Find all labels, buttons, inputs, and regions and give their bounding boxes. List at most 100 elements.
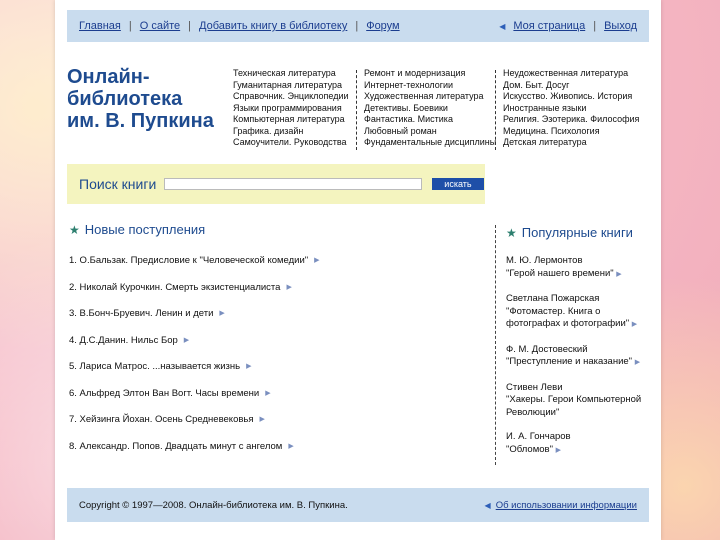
column-divider	[356, 70, 357, 150]
arrow-right-icon: ▶	[555, 446, 561, 454]
search-button[interactable]: искать	[432, 178, 484, 190]
category-link[interactable]: Художественная литература	[364, 91, 496, 103]
list-item: 2. Николай Курочкин. Смерть экзистенциал…	[69, 282, 320, 309]
search-bar: Поиск книги искать	[67, 164, 485, 204]
arrow-right-icon: ▶	[634, 359, 641, 366]
arrow-right-icon: ▶	[183, 336, 190, 344]
category-link[interactable]: Компьютерная литература	[233, 114, 349, 126]
arrow-right-icon: ▶	[219, 310, 225, 317]
category-link[interactable]: Графика. дизайн	[233, 126, 349, 138]
nav-forum-link[interactable]: Форум	[366, 20, 399, 32]
category-link[interactable]: Самоучители. Руководства	[233, 137, 349, 149]
book-author: Ф. М. Достовеский	[506, 343, 588, 355]
copyright-text: Copyright © 1997—2008. Онлайн-библиотека…	[79, 499, 348, 511]
book-title: "Фотомастер. Книга о фотографах и фотогр…	[506, 305, 630, 330]
popular-heading: ★ Популярные книги	[506, 225, 633, 240]
book-title: "Герой нашего времени"	[506, 267, 614, 279]
list-item[interactable]: Стивен Леви "Хакеры. Герои Компьютерной …	[506, 382, 656, 420]
book-link[interactable]: 8. Александр. Попов. Двадцать минут с ан…	[69, 441, 282, 452]
logout-link[interactable]: Выход	[604, 20, 637, 32]
arrow-right-icon: ▶	[314, 257, 320, 264]
category-column-1: Техническая литература Гуманитарная лите…	[233, 68, 349, 149]
nav-separator: |	[188, 20, 192, 32]
category-link[interactable]: Интернет-технологии	[364, 80, 496, 92]
user-nav: ◀ Моя страница | Выход	[499, 20, 637, 32]
list-item[interactable]: Ф. М. Достовеский "Преступление и наказа…	[506, 344, 656, 370]
new-arrivals-heading: ★ Новые поступления	[69, 222, 205, 237]
arrow-left-icon: ◀	[484, 500, 491, 510]
arrow-left-icon: ◀	[499, 21, 506, 31]
category-link[interactable]: Дом. Быт. Досуг	[503, 80, 639, 92]
book-title: "Преступление и наказание"	[506, 356, 633, 367]
star-icon: ★	[506, 225, 517, 240]
search-label: Поиск книги	[79, 176, 157, 192]
category-link[interactable]: Фундаментальные дисциплины	[364, 137, 496, 149]
book-author: Светлана Пожарская	[506, 293, 600, 304]
category-link[interactable]: Гуманитарная литература	[233, 80, 349, 92]
column-divider	[495, 70, 496, 150]
category-link[interactable]: Техническая литература	[233, 68, 349, 80]
arrow-right-icon: ▶	[246, 363, 252, 370]
book-link[interactable]: 6. Альфред Элтон Ван Вогт. Часы времени	[69, 388, 259, 399]
book-link[interactable]: 3. В.Бонч-Бруевич. Ленин и дети	[69, 308, 213, 319]
category-link[interactable]: Иностранные языки	[503, 103, 639, 115]
category-link[interactable]: Религия. Эзотерика. Философия	[503, 114, 639, 126]
category-link[interactable]: Справочник. Энциклопедии	[233, 91, 349, 103]
footer: Copyright © 1997—2008. Онлайн-библиотека…	[67, 488, 649, 522]
category-link[interactable]: Детская литература	[503, 137, 639, 149]
category-link[interactable]: Фантастика. Мистика	[364, 114, 496, 126]
category-column-3: Неудожественная литература Дом. Быт. Дос…	[495, 68, 639, 150]
category-link[interactable]: Детективы. Боевики	[364, 103, 496, 115]
book-author: И. А. Гончаров	[506, 431, 571, 442]
book-author: Стивен Леви	[506, 381, 563, 393]
book-link[interactable]: 2. Николай Курочкин. Смерть экзистенциал…	[69, 282, 280, 293]
column-divider	[495, 225, 496, 465]
category-link[interactable]: Медицина. Психология	[503, 126, 639, 138]
category-link[interactable]: Любовный роман	[364, 126, 496, 138]
list-item: 6. Альфред Элтон Ван Вогт. Часы времени ▶	[69, 388, 320, 415]
book-title: "Хакеры. Герои Компьютерной Революции"	[506, 394, 642, 418]
book-link[interactable]: 5. Лариса Матрос. ...называется жизнь	[69, 361, 240, 372]
page: Главная | О сайте | Добавить книгу в биб…	[55, 0, 661, 540]
arrow-right-icon: ▶	[265, 389, 271, 397]
list-item: 5. Лариса Матрос. ...называется жизнь ▶	[69, 361, 320, 388]
nav-about-link[interactable]: О сайте	[140, 20, 180, 32]
star-icon: ★	[69, 222, 80, 237]
new-arrivals-list: 1. О.Бальзак. Предисловие к "Человеческо…	[69, 255, 320, 467]
new-arrivals-title: Новые поступления	[84, 222, 206, 237]
list-item: 7. Хейзинга Йохан. Осень Средневековья ▶	[69, 414, 320, 441]
list-item[interactable]: М. Ю. Лермонтов "Герой нашего времени" ▶	[506, 255, 656, 281]
nav-home-link[interactable]: Главная	[79, 20, 121, 32]
book-link[interactable]: 4. Д.С.Данин. Нильс Бор	[69, 335, 178, 346]
book-author: М. Ю. Лермонтов	[506, 255, 583, 266]
category-link[interactable]: Неудожественная литература	[503, 68, 639, 80]
arrow-right-icon: ▶	[631, 321, 638, 328]
category-link[interactable]: Языки программирования	[233, 103, 349, 115]
book-link[interactable]: 1. О.Бальзак. Предисловие к "Человеческо…	[69, 255, 308, 266]
nav-separator: |	[128, 20, 132, 32]
arrow-right-icon: ▶	[288, 442, 294, 450]
footer-links: ◀ Об использовании информации	[485, 500, 637, 511]
list-item: 3. В.Бонч-Бруевич. Ленин и дети ▶	[69, 308, 320, 335]
search-input[interactable]	[164, 178, 423, 190]
site-logo[interactable]: Онлайн-библиотека им. В. Пупкина	[67, 66, 237, 132]
list-item[interactable]: Светлана Пожарская "Фотомастер. Книга о …	[506, 293, 656, 332]
arrow-right-icon: ▶	[286, 283, 292, 291]
arrow-right-icon: ▶	[259, 416, 265, 423]
popular-title: Популярные книги	[521, 225, 633, 240]
logo-line-1: Онлайн-библиотека	[67, 66, 183, 110]
category-link[interactable]: Ремонт и модернизация	[364, 68, 496, 80]
nav-separator: |	[593, 20, 597, 32]
arrow-right-icon: ▶	[616, 270, 622, 278]
category-column-2: Ремонт и модернизация Интернет-технологи…	[356, 68, 496, 150]
info-usage-link[interactable]: Об использовании информации	[496, 500, 637, 511]
category-link[interactable]: Искусство. Живопись. История	[503, 91, 639, 103]
list-item: 8. Александр. Попов. Двадцать минут с ан…	[69, 441, 320, 468]
nav-add-book-link[interactable]: Добавить книгу в библиотеку	[199, 20, 347, 32]
book-link[interactable]: 7. Хейзинга Йохан. Осень Средневековья	[69, 414, 254, 425]
list-item: 4. Д.С.Данин. Нильс Бор ▶	[69, 335, 320, 362]
main-nav: Главная | О сайте | Добавить книгу в биб…	[79, 20, 400, 32]
list-item[interactable]: И. А. Гончаров "Обломов" ▶	[506, 431, 656, 457]
popular-list: М. Ю. Лермонтов "Герой нашего времени" ▶…	[506, 255, 656, 469]
my-page-link[interactable]: Моя страница	[513, 20, 585, 32]
